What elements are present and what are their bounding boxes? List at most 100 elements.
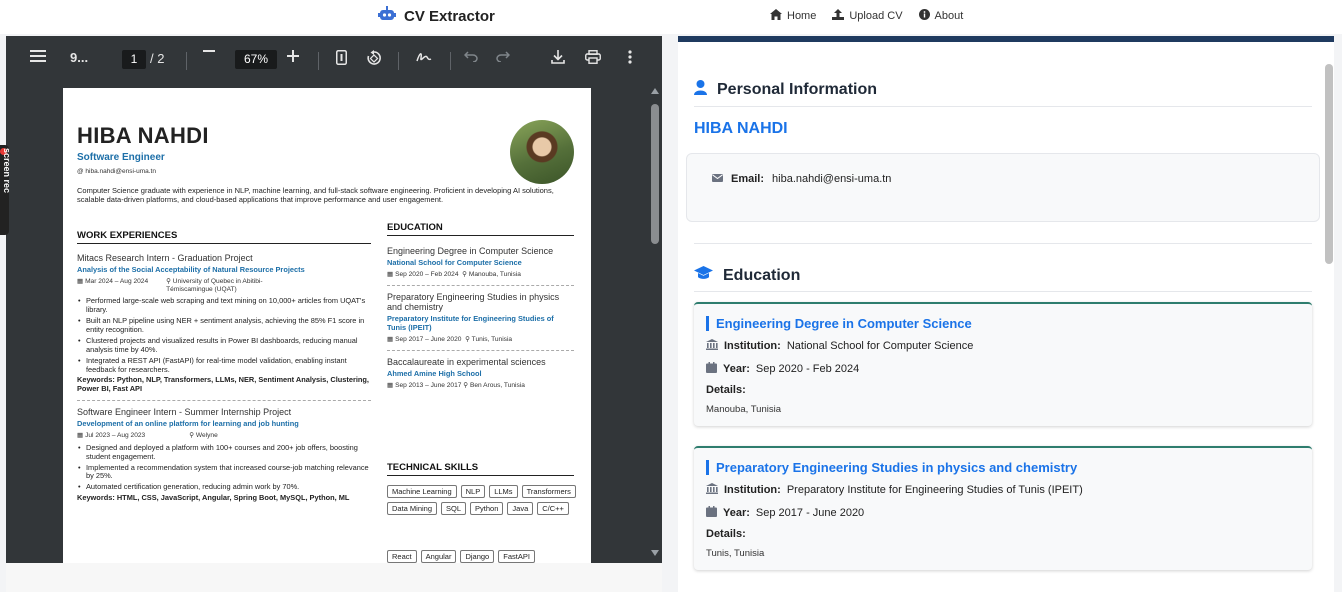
graduation-cap-icon [694,266,713,285]
skill-chip: NLP [460,485,486,498]
zoom-in-icon[interactable] [287,50,299,62]
work-location: ⚲ Welyne [189,431,218,439]
work-bullet: Built an NLP pipeline using NER + sentim… [77,316,371,335]
institution-row: Institution: National School for Compute… [706,339,973,353]
scroll-up-icon[interactable] [651,88,659,94]
institution-label: Institution: [724,484,781,496]
institution-label: Institution: [724,340,781,352]
brand-title: CV Extractor [404,7,495,25]
pdf-page: HIBA NAHDI Software Engineer @ hiba.nahd… [63,88,591,568]
work-title: Software Engineer Intern - Summer Intern… [77,407,292,418]
nav-links: Home Upload CV About [770,9,963,23]
page-total: / 2 [150,51,165,66]
divider [694,291,1312,292]
fit-page-icon[interactable] [336,50,347,65]
year-row: Year: Sep 2020 - Feb 2024 [706,362,859,376]
edu-meta: ▦ Sep 2017 – June 2020 ⚲ Tunis, Tunisia [387,335,513,343]
email-value: hiba.nahdi@ensi-uma.tn [772,173,892,185]
edu-meta: ▦ Sep 2013 – June 2017 ⚲ Ben Arous, Tuni… [387,381,525,389]
edu-school: Preparatory Institute for Engineering St… [387,314,554,333]
education-card-title: Engineering Degree in Computer Science [706,316,972,331]
work-location: ⚲ University of Quebec in Abitibi-Témisc… [166,277,263,293]
work-keywords: Keywords: HTML, CSS, JavaScript, Angular… [77,493,350,503]
results-card: Personal Information HIBA NAHDI Email: h… [678,36,1334,592]
skill-chip: Python [470,502,504,515]
work-heading: WORK EXPERIENCES [77,230,371,245]
skill-chip: LLMs [489,485,518,498]
pdf-filename: 9... [70,50,89,65]
user-icon [694,80,707,100]
year-value: Sep 2020 - Feb 2024 [755,363,860,375]
calendar-icon: ▦ [77,277,86,285]
divider [694,243,1312,244]
edu-degree: Preparatory Engineering Studies in physi… [387,291,560,313]
rotate-icon[interactable] [366,50,382,66]
redo-icon[interactable] [496,50,510,62]
upload-icon [832,9,845,23]
details-label: Details: [706,528,746,540]
work-bullet: Clustered projects and visualized result… [77,336,371,355]
card-header-bar [678,36,1334,42]
zoom-out-icon[interactable] [203,50,215,52]
skill-chip: Angular [420,550,457,563]
nav-about[interactable]: About [918,9,963,23]
toolbar-divider [318,52,319,70]
edu-degree: Engineering Degree in Computer Science [387,246,554,256]
more-options-icon[interactable] [628,50,632,64]
extracted-name: HIBA NAHDI [694,120,788,137]
zoom-level-input[interactable]: 67% [235,50,277,69]
work-keywords: Keywords: Python, NLP, Transformers, LLM… [77,375,369,394]
menu-icon[interactable] [30,50,46,62]
annotate-icon[interactable] [416,50,432,64]
brand[interactable]: CV Extractor [378,6,495,26]
robot-icon [378,6,396,26]
pin-icon: ⚲ [462,270,469,278]
institution-icon [706,339,718,353]
institution-row: Institution: Preparatory Institute for E… [706,483,1083,497]
skill-chip: Machine Learning [387,485,457,498]
scroll-down-icon[interactable] [651,550,659,556]
email-label: Email: [731,173,765,185]
left-pane-footer [6,563,662,592]
nav-upload[interactable]: Upload CV [832,9,903,23]
divider [387,349,574,351]
education-card-title: Preparatory Engineering Studies in physi… [706,460,1077,475]
details-label: Details: [706,384,746,396]
pdf-scrollbar[interactable] [650,86,660,563]
institution-value: Preparatory Institute for Engineering St… [786,484,1083,496]
top-navbar: CV Extractor Home Upload CV About [0,0,1342,34]
institution-value: National School for Computer Science [786,340,974,352]
undo-icon[interactable] [464,50,478,62]
cv-email: @ hiba.nahdi@ensi-uma.tn [77,168,156,176]
cv-email-text: hiba.nahdi@ensi-uma.tn [85,168,156,175]
info-icon [918,9,930,23]
toolbar-divider [398,52,399,70]
download-icon[interactable] [551,50,565,64]
skill-chip: C/C++ [537,502,569,515]
home-icon [770,9,782,23]
personal-info-header: Personal Information [694,80,877,100]
calendar-icon: ▦ [77,431,86,439]
cv-name: HIBA NAHDI [77,123,209,148]
email-row: Email: hiba.nahdi@ensi-uma.tn [712,173,891,185]
skill-chip: Java [507,502,534,515]
pin-icon: ⚲ [166,277,173,285]
results-scrollbar-thumb[interactable] [1325,64,1333,264]
pdf-scroll-thumb[interactable] [651,104,659,244]
work-item: Mitacs Research Intern - Graduation Proj… [77,253,371,503]
work-bullet: Integrated a REST API (FastAPI) for real… [77,356,371,375]
page-number-input[interactable]: 1 [122,50,146,69]
screen-rec-label: screen rec [2,148,12,194]
work-bullet: Implemented a recommendation system that… [77,463,371,482]
work-bullet: Designed and deployed a platform with 10… [77,443,371,462]
calendar-icon: ▦ [387,335,396,343]
skill-chip: Data Mining [387,502,438,515]
education-title: Education [723,266,801,284]
edu-school: National School for Computer Science [387,257,522,267]
print-icon[interactable] [585,50,601,64]
details-value: Tunis, Tunisia [706,548,765,559]
edu-degree: Baccalaureate in experimental sciences [387,356,546,367]
pin-icon: ⚲ [189,431,196,439]
contact-box: Email: hiba.nahdi@ensi-uma.tn [686,153,1320,222]
nav-home[interactable]: Home [770,9,816,23]
